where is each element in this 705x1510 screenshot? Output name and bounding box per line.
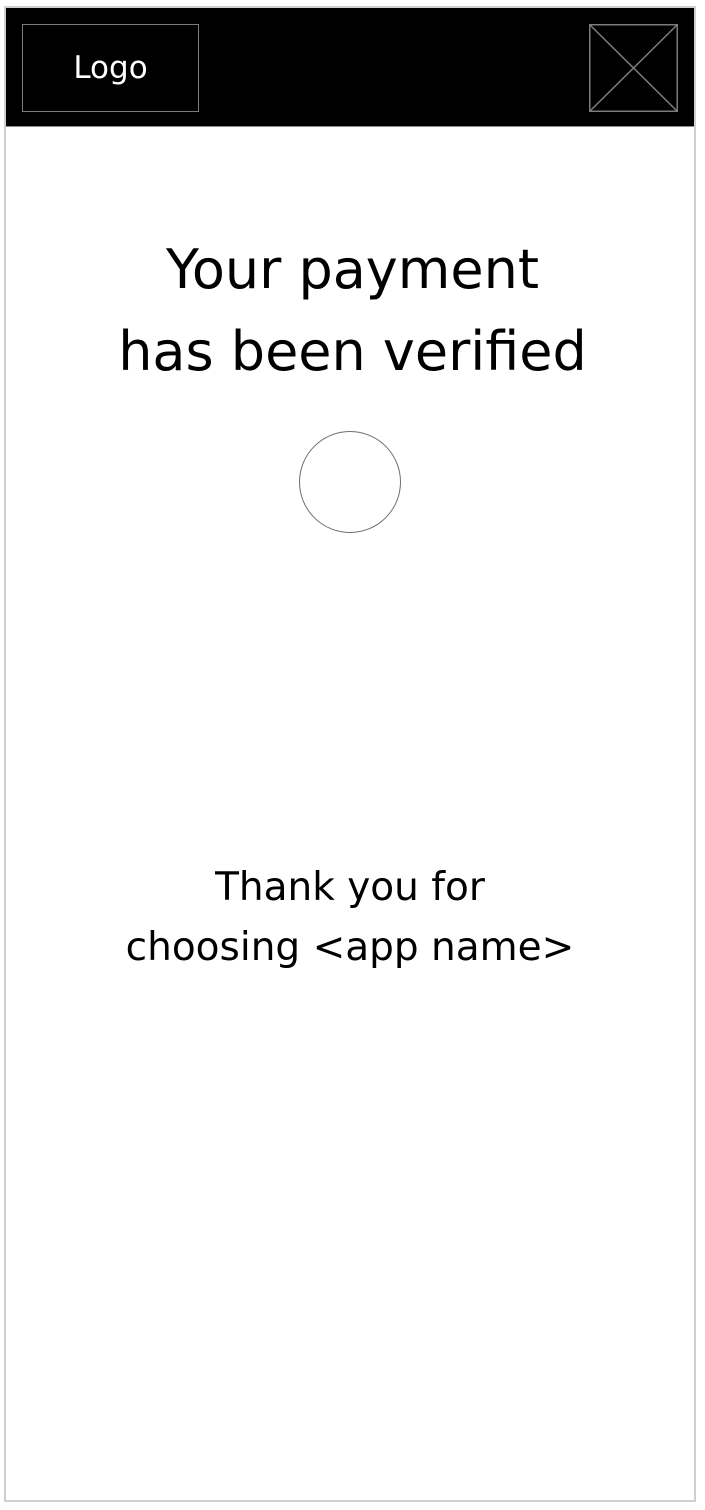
thanks-line-1: Thank you for bbox=[215, 865, 485, 910]
logo[interactable]: Logo bbox=[22, 24, 199, 112]
thanks-line-2: choosing <app name> bbox=[125, 925, 575, 970]
status-circle-icon bbox=[299, 431, 401, 533]
thank-you-message: Thank you for choosing <app name> bbox=[0, 858, 700, 978]
payment-verified-title: Your payment has been verified bbox=[0, 229, 705, 393]
title-line-1: Your payment bbox=[166, 238, 539, 301]
app-header: Logo bbox=[6, 8, 694, 127]
title-line-2: has been verified bbox=[118, 320, 587, 383]
image-placeholder-icon bbox=[589, 24, 678, 112]
logo-label: Logo bbox=[73, 50, 148, 86]
